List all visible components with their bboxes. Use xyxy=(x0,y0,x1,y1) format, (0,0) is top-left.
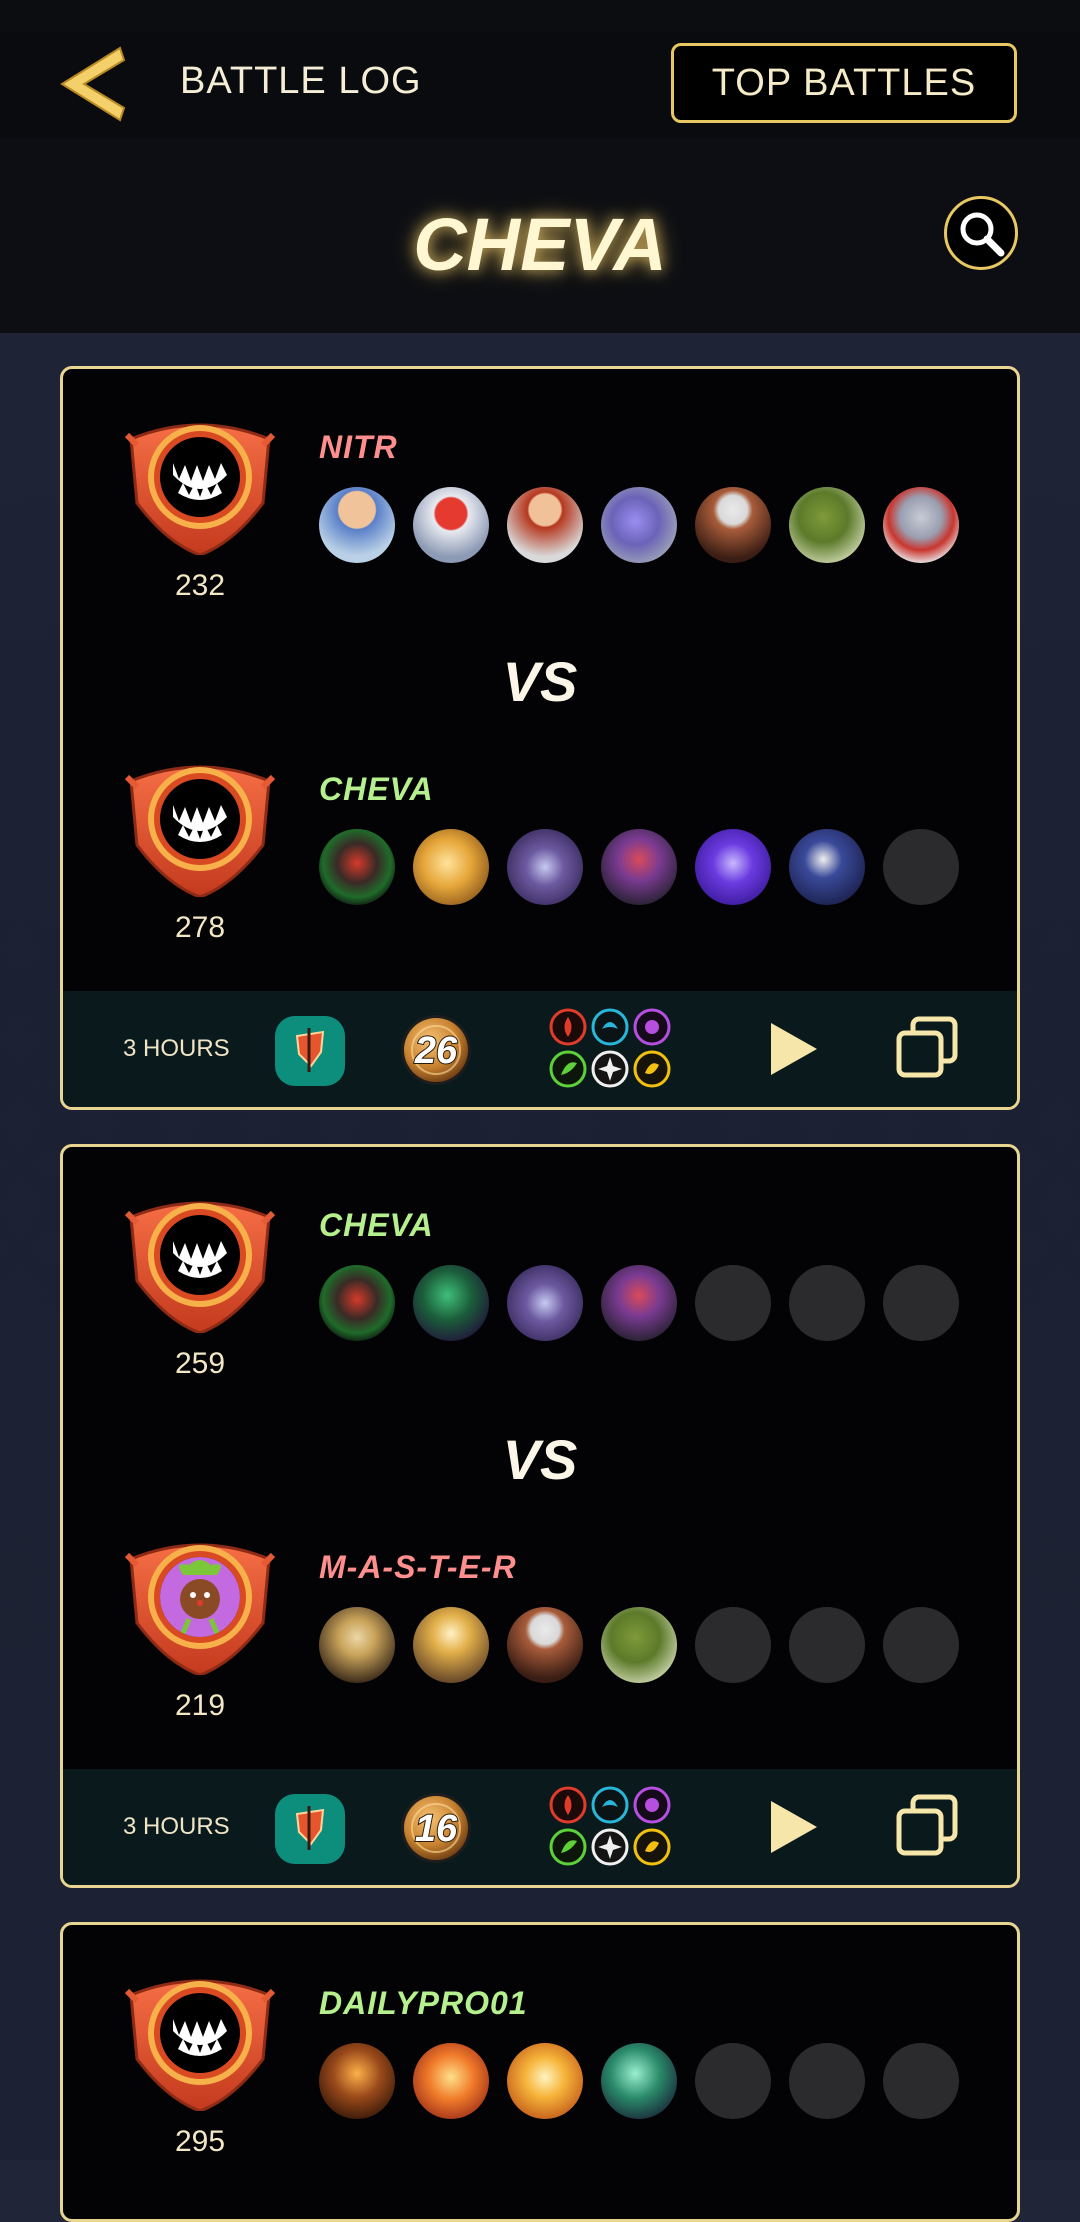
player-name-loser[interactable]: NITR xyxy=(319,429,398,466)
play-icon[interactable] xyxy=(763,1019,823,1079)
player-rating: 295 xyxy=(174,2125,226,2158)
monster-mouth-icon xyxy=(123,757,277,897)
empty-slot xyxy=(789,2043,865,2119)
unit-avatar[interactable] xyxy=(319,829,395,905)
unit-avatar[interactable] xyxy=(789,487,865,563)
plant-creature-icon xyxy=(123,1535,277,1675)
empty-slot xyxy=(789,1265,865,1341)
player-name-winner[interactable]: CHEVA xyxy=(319,1207,434,1244)
unit-avatar[interactable] xyxy=(413,1607,489,1683)
empty-slot xyxy=(695,2043,771,2119)
banner-icon[interactable] xyxy=(275,1794,345,1864)
unit-avatar[interactable] xyxy=(507,1607,583,1683)
mana-cap-icon: 26 xyxy=(401,1015,471,1085)
unit-avatar[interactable] xyxy=(601,487,677,563)
unit-avatar[interactable] xyxy=(601,829,677,905)
player-name-loser[interactable]: M-A-S-T-E-R xyxy=(319,1549,517,1586)
unit-avatar[interactable] xyxy=(883,487,959,563)
player-rating: 259 xyxy=(174,1347,226,1380)
unit-avatar[interactable] xyxy=(319,1607,395,1683)
play-icon[interactable] xyxy=(763,1797,823,1857)
banner-icon[interactable] xyxy=(275,1016,345,1086)
player-rating: 219 xyxy=(174,1689,226,1722)
player-name-winner[interactable]: DAILYPRO01 xyxy=(319,1985,528,2022)
splinters-icon xyxy=(549,1008,671,1088)
monster-mouth-icon xyxy=(123,1193,277,1333)
battle-card[interactable]: 232 NITR VS 278 CHEVA 3 HOURS 26 xyxy=(60,366,1020,1110)
back-button[interactable] xyxy=(50,44,130,124)
player-name: CHEVA xyxy=(413,203,667,286)
unit-avatar[interactable] xyxy=(413,829,489,905)
search-button[interactable] xyxy=(944,196,1018,270)
mana-value: 26 xyxy=(414,1030,458,1072)
battle-footer: 3 HOURS 26 xyxy=(63,991,1017,1107)
player-rating: 232 xyxy=(174,569,226,602)
unit-avatar[interactable] xyxy=(507,829,583,905)
empty-slot xyxy=(695,1607,771,1683)
empty-slot xyxy=(883,2043,959,2119)
unit-avatar[interactable] xyxy=(601,1265,677,1341)
page-title: BATTLE LOG xyxy=(180,60,422,102)
vs-label: VS xyxy=(502,650,578,713)
battle-time: 3 HOURS xyxy=(123,1813,230,1840)
unit-avatar[interactable] xyxy=(319,1265,395,1341)
unit-avatar[interactable] xyxy=(413,487,489,563)
unit-avatar[interactable] xyxy=(789,829,865,905)
chevron-left-icon xyxy=(60,46,126,122)
empty-slot xyxy=(789,1607,865,1683)
empty-slot xyxy=(883,829,959,905)
copy-icon[interactable] xyxy=(895,1793,959,1857)
unit-avatar[interactable] xyxy=(601,2043,677,2119)
mana-cap-icon: 16 xyxy=(401,1793,471,1863)
status-strip xyxy=(0,0,1080,32)
vs-label: VS xyxy=(502,1428,578,1491)
empty-slot xyxy=(883,1607,959,1683)
unit-avatar[interactable] xyxy=(507,487,583,563)
player-rating: 278 xyxy=(174,911,226,944)
search-icon xyxy=(960,212,1005,257)
monster-mouth-icon xyxy=(123,415,277,555)
unit-avatar[interactable] xyxy=(413,1265,489,1341)
copy-icon[interactable] xyxy=(895,1015,959,1079)
monster-mouth-icon xyxy=(123,1971,277,2111)
battle-card[interactable]: 259 CHEVA VS 219 M-A-S-T-E-R 3 HOURS 16 xyxy=(60,1144,1020,1888)
unit-avatar[interactable] xyxy=(507,2043,583,2119)
top-battles-button[interactable]: TOP BATTLES xyxy=(671,43,1017,123)
unit-avatar[interactable] xyxy=(319,487,395,563)
unit-avatar[interactable] xyxy=(601,1607,677,1683)
mana-value: 16 xyxy=(415,1808,458,1850)
player-header: CHEVA xyxy=(0,138,1080,333)
empty-slot xyxy=(883,1265,959,1341)
empty-slot xyxy=(695,1265,771,1341)
top-bar: BATTLE LOG TOP BATTLES xyxy=(0,0,1080,138)
unit-avatar[interactable] xyxy=(695,829,771,905)
battle-footer: 3 HOURS 16 xyxy=(63,1769,1017,1885)
unit-avatar[interactable] xyxy=(507,1265,583,1341)
unit-avatar[interactable] xyxy=(695,487,771,563)
splinters-icon xyxy=(549,1786,671,1866)
battle-card[interactable]: 295 DAILYPRO01 xyxy=(60,1922,1020,2222)
unit-avatar[interactable] xyxy=(319,2043,395,2119)
unit-avatar[interactable] xyxy=(413,2043,489,2119)
battle-time: 3 HOURS xyxy=(123,1035,230,1062)
player-name-winner[interactable]: CHEVA xyxy=(319,771,434,808)
